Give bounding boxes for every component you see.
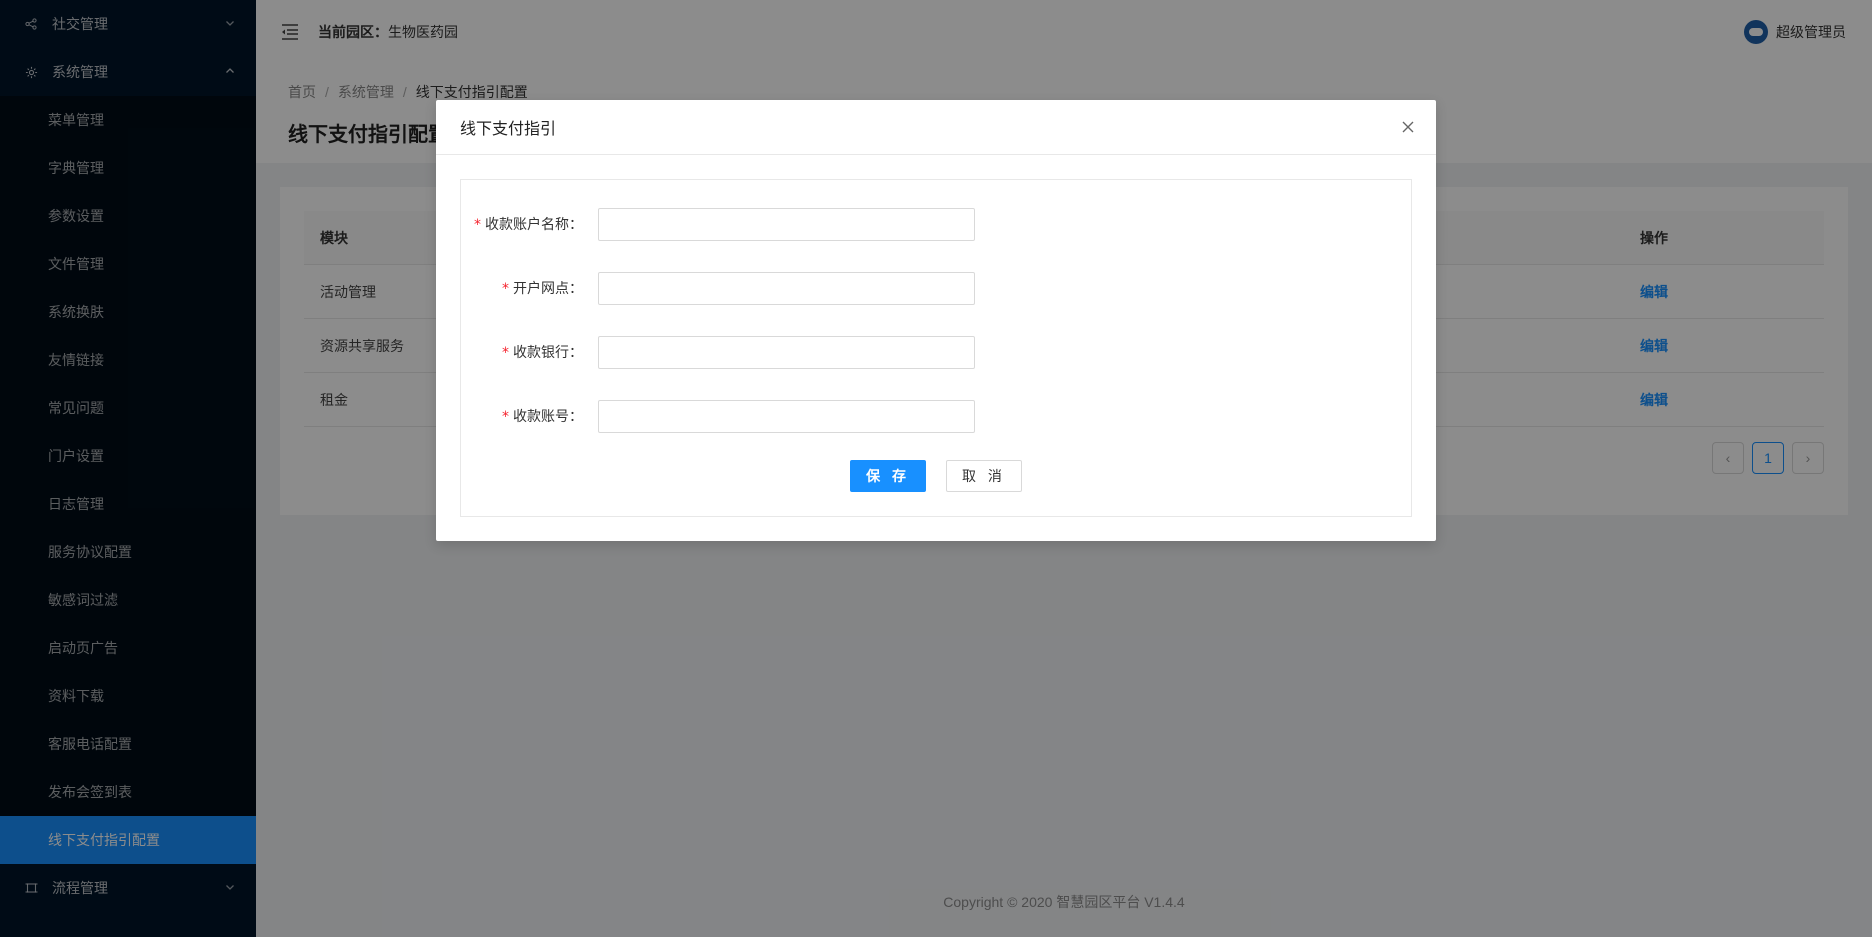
field-label-text: 收款账号：: [513, 408, 583, 424]
form-row-bank: * 收款银行：: [461, 335, 1411, 369]
required-mark: *: [502, 281, 509, 297]
form-actions: 保 存 取 消: [461, 460, 1411, 492]
account-number-label: * 收款账号：: [502, 406, 583, 426]
payment-form: * 收款账户名称： * 开户网点： * 收款银行： * 收款账号： 保 存 取 消: [460, 179, 1412, 517]
bank-label: * 收款银行：: [502, 342, 583, 362]
field-label-text: 收款银行：: [513, 344, 583, 360]
modal-title: 线下支付指引: [460, 121, 557, 138]
offline-payment-modal: 线下支付指引 * 收款账户名称： * 开户网点： * 收款银行： * 收款账号： 保 存…: [436, 100, 1436, 541]
required-mark: *: [502, 345, 509, 361]
form-row-branch: * 开户网点：: [461, 271, 1411, 305]
save-button[interactable]: 保 存: [850, 460, 926, 492]
account-number-input[interactable]: [598, 399, 975, 433]
account-name-label: * 收款账户名称：: [474, 214, 583, 234]
required-mark: *: [502, 409, 509, 425]
cancel-button[interactable]: 取 消: [946, 460, 1022, 492]
required-mark: *: [474, 217, 481, 233]
bank-input[interactable]: [598, 335, 975, 369]
account-name-input[interactable]: [598, 207, 975, 241]
branch-label: * 开户网点：: [502, 278, 583, 298]
branch-input[interactable]: [598, 271, 975, 305]
modal-header: 线下支付指引: [436, 100, 1436, 155]
field-label-text: 收款账户名称：: [485, 216, 583, 232]
field-label-text: 开户网点：: [513, 280, 583, 296]
form-row-account-number: * 收款账号：: [461, 399, 1411, 433]
close-icon[interactable]: [1400, 119, 1416, 135]
form-row-account-name: * 收款账户名称：: [461, 207, 1411, 241]
